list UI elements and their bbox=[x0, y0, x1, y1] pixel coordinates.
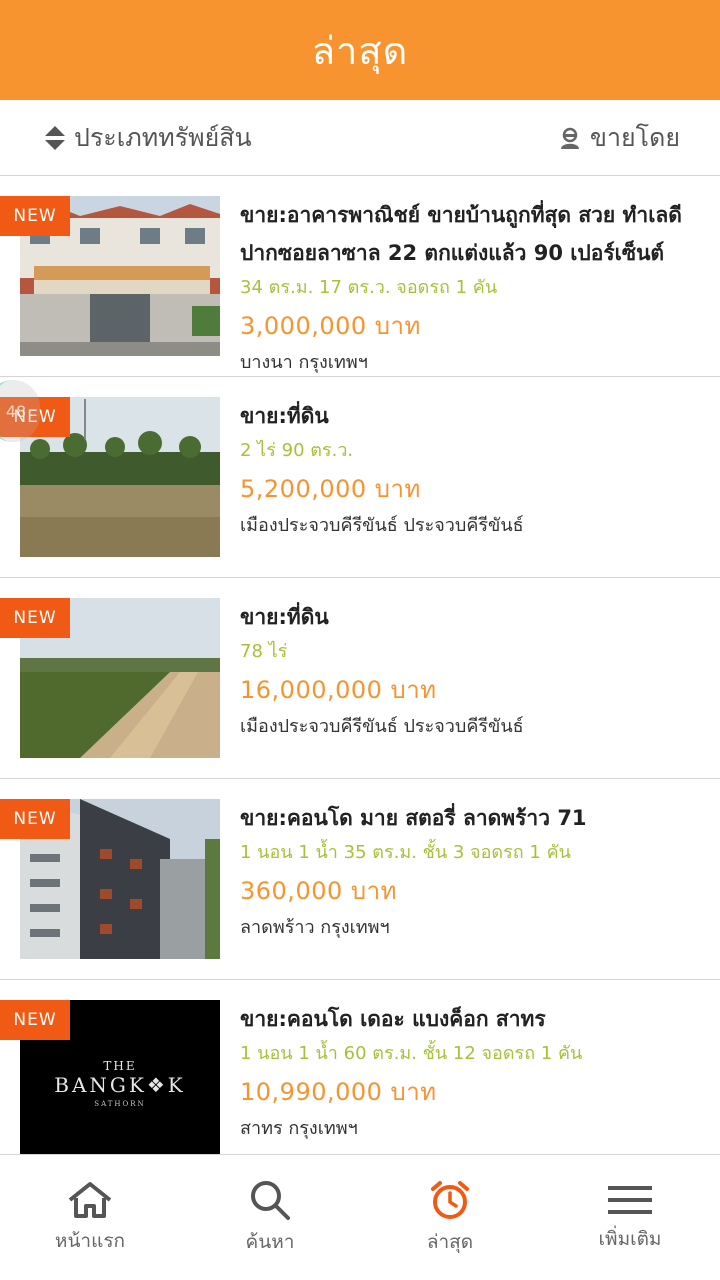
listing-info: ขาย:อาคารพาณิชย์ ขายบ้านถูกที่สุด สวย ทำ… bbox=[240, 196, 712, 378]
listing-info: ขาย:ที่ดิน 2 ไร่ 90 ตร.ว. 5,200,000 บาท … bbox=[240, 397, 712, 541]
listing-location: สาทร กรุงเทพฯ bbox=[240, 1118, 358, 1139]
tab-search-label: ค้นหา bbox=[245, 1231, 295, 1253]
listing-info: ขาย:ที่ดิน 78 ไร่ 16,000,000 บาท เมืองปร… bbox=[240, 598, 712, 742]
listing-row[interactable]: NEW ขาย:ที่ดิน 2 ไร่ 90 ตร.ว. 5,200,000 … bbox=[0, 377, 720, 578]
listing-detail: 78 ไร่ bbox=[240, 641, 288, 662]
tab-latest[interactable]: ล่าสุด bbox=[360, 1155, 540, 1280]
listing-row[interactable]: NEW ขาย:อาคารพาณิชย์ ขายบ้านถูกที่สุด สว… bbox=[0, 176, 720, 377]
app-header: ล่าสุด bbox=[0, 0, 720, 100]
tab-latest-label: ล่าสุด bbox=[426, 1231, 474, 1253]
listing-detail: 2 ไร่ 90 ตร.ว. bbox=[240, 440, 354, 461]
seller-label: ขายโดย bbox=[589, 122, 680, 152]
listing-title: ขาย:ที่ดิน bbox=[240, 404, 329, 428]
listing-price: 360,000 บาท bbox=[240, 877, 397, 905]
filter-bar: ประเภททรัพย์สิน ขายโดย bbox=[0, 100, 720, 176]
listing-row[interactable]: NEW ขาย:ที่ดิน 78 ไร่ 16,000,000 บาท เมื… bbox=[0, 578, 720, 779]
listing-price: 3,000,000 บาท bbox=[240, 312, 421, 340]
alarm-clock-icon bbox=[429, 1179, 471, 1221]
listing-price: 5,200,000 บาท bbox=[240, 475, 421, 503]
listing-title: ขาย:ที่ดิน bbox=[240, 605, 329, 629]
listing-location: บางนา กรุงเทพฯ bbox=[240, 352, 368, 373]
listing-list: NEW ขาย:อาคารพาณิชย์ ขายบ้านถูกที่สุด สว… bbox=[0, 176, 720, 1154]
listing-detail: 1 นอน 1 น้ำ 35 ตร.ม. ชั้น 3 จอดรถ 1 คัน bbox=[240, 842, 571, 863]
new-badge: NEW bbox=[0, 196, 70, 236]
listing-price: 16,000,000 บาท bbox=[240, 676, 437, 704]
search-icon bbox=[249, 1179, 291, 1221]
seller-filter[interactable]: ขายโดย bbox=[558, 118, 680, 158]
listing-location: เมืองประจวบคีรีขันธ์ ประจวบคีรีขันธ์ bbox=[240, 716, 524, 737]
page-title: ล่าสุด bbox=[311, 28, 409, 73]
new-badge: NEW bbox=[0, 598, 70, 638]
listing-detail: 1 นอน 1 น้ำ 60 ตร.ม. ชั้น 12 จอดรถ 1 คัน bbox=[240, 1043, 583, 1064]
listing-info: ขาย:คอนโด มาย สตอรี่ ลาดพร้าว 71 1 นอน 1… bbox=[240, 799, 712, 943]
tab-home[interactable]: หน้าแรก bbox=[0, 1155, 180, 1280]
svg-text:THE: THE bbox=[103, 1059, 136, 1073]
svg-text:SATHORN: SATHORN bbox=[94, 1100, 145, 1108]
menu-icon bbox=[606, 1182, 654, 1218]
property-type-label: ประเภททรัพย์สิน bbox=[74, 122, 252, 152]
listing-row[interactable]: THE BANGK❖K SATHORN NEW ขาย:คอนโด เดอะ แ… bbox=[0, 980, 720, 1154]
tab-home-label: หน้าแรก bbox=[54, 1230, 126, 1252]
listing-price: 10,990,000 บาท bbox=[240, 1078, 437, 1106]
listing-title: ขาย:คอนโด เดอะ แบงค็อก สาทร bbox=[240, 1007, 546, 1031]
listing-row[interactable]: NEW ขาย:คอนโด มาย สตอรี่ ลาดพร้าว 71 1 น… bbox=[0, 779, 720, 980]
listing-title: ขาย:อาคารพาณิชย์ ขายบ้านถูกที่สุด สวย ทำ… bbox=[240, 203, 682, 265]
tab-search[interactable]: ค้นหา bbox=[180, 1155, 360, 1280]
sort-arrows-icon bbox=[44, 125, 66, 151]
home-icon bbox=[66, 1180, 114, 1220]
svg-text:BANGK❖K: BANGK❖K bbox=[54, 1073, 185, 1097]
listing-location: เมืองประจวบคีรีขันธ์ ประจวบคีรีขันธ์ bbox=[240, 515, 524, 536]
listing-location: ลาดพร้าว กรุงเทพฯ bbox=[240, 917, 390, 938]
bottom-tab-bar: หน้าแรก ค้นหา ล่าสุด เพิ่มเติม bbox=[0, 1154, 720, 1280]
listing-info: ขาย:คอนโด เดอะ แบงค็อก สาทร 1 นอน 1 น้ำ … bbox=[240, 1000, 712, 1144]
listing-title: ขาย:คอนโด มาย สตอรี่ ลาดพร้าว 71 bbox=[240, 806, 587, 830]
agent-icon bbox=[558, 126, 582, 150]
new-badge: NEW bbox=[0, 1000, 70, 1040]
listing-detail: 34 ตร.ม. 17 ตร.ว. จอดรถ 1 คัน bbox=[240, 277, 498, 298]
side-tab-label: 48 bbox=[5, 401, 27, 421]
new-badge: NEW bbox=[0, 799, 70, 839]
property-type-filter[interactable]: ประเภททรัพย์สิน bbox=[44, 118, 252, 158]
tab-more[interactable]: เพิ่มเติม bbox=[540, 1155, 720, 1280]
tab-more-label: เพิ่มเติม bbox=[598, 1228, 662, 1250]
